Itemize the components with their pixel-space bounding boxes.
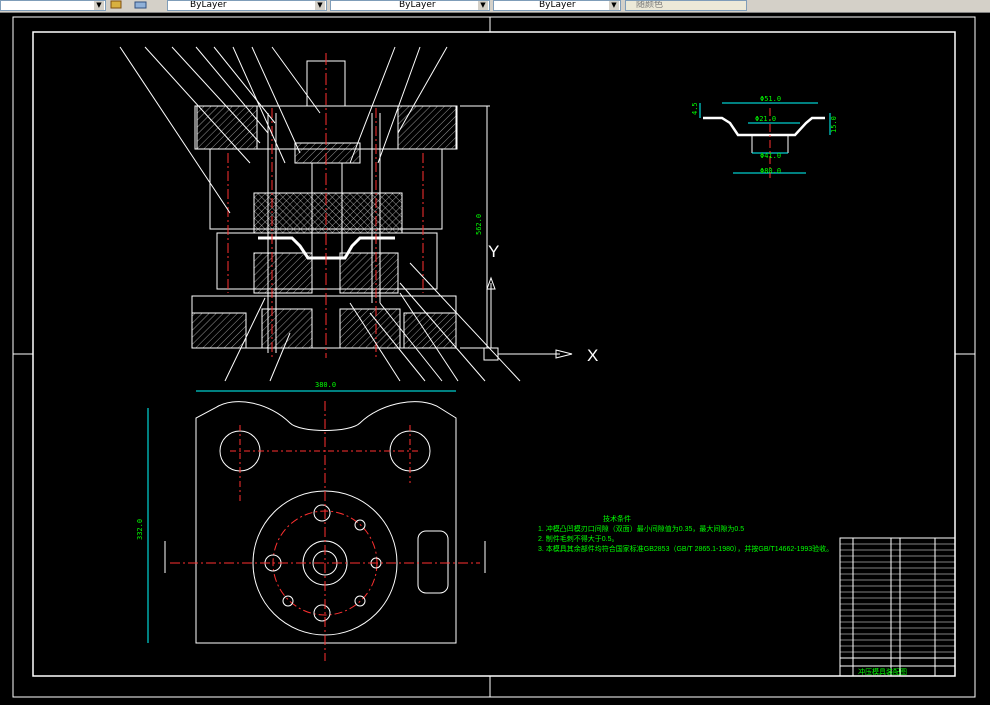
dim-part-flange: Φ80.0 bbox=[760, 167, 781, 175]
plotstyle-combo[interactable]: 随颜色 bbox=[625, 0, 747, 11]
chevron-down-icon[interactable]: ▼ bbox=[94, 1, 104, 10]
dim-part-h1: 4.5 bbox=[691, 102, 699, 115]
linetype-combo[interactable]: ByLayer ▼ bbox=[330, 0, 490, 11]
drawing-svg: 562.0 X Y Φ51.0 Φ21.0 Φ41.0 Φ80.0 4.5 15… bbox=[12, 16, 976, 698]
dim-part-bottom: Φ41.0 bbox=[760, 152, 781, 160]
chevron-down-icon[interactable]: ▼ bbox=[609, 1, 619, 10]
chevron-down-icon[interactable]: ▼ bbox=[315, 1, 325, 10]
dim-part-h2: 15.0 bbox=[830, 116, 838, 133]
layer-state-icon[interactable] bbox=[110, 0, 124, 10]
tech-note-1: 1. 冲模凸凹模刃口间隙（双面）最小间隙值为0.35，最大间隙为0.5 bbox=[538, 524, 744, 533]
plan-view bbox=[147, 390, 486, 661]
layer-previous-icon[interactable] bbox=[134, 0, 148, 10]
layer-combo[interactable]: ▼ bbox=[0, 0, 106, 11]
ucs-x-label: X bbox=[587, 346, 598, 365]
drawing-canvas[interactable]: 562.0 X Y Φ51.0 Φ21.0 Φ41.0 Φ80.0 4.5 15… bbox=[0, 13, 990, 705]
title-block-title: 冲压模具装配图 bbox=[858, 667, 907, 676]
dim-height: 562.0 bbox=[475, 214, 483, 235]
sheet-inner-border bbox=[32, 31, 956, 677]
assembly-section-view bbox=[119, 46, 521, 382]
linetype-value: ByLayer bbox=[399, 0, 436, 10]
ucs-y-label: Y bbox=[488, 242, 499, 261]
dim-base-width: 380.0 bbox=[315, 381, 336, 389]
plotstyle-value: 随颜色 bbox=[636, 0, 664, 10]
ucs-icon bbox=[483, 276, 573, 361]
dim-base-depth: 332.0 bbox=[136, 519, 144, 540]
dim-part-mid: Φ21.0 bbox=[755, 115, 776, 123]
parts-list-table bbox=[839, 537, 956, 677]
color-combo[interactable]: ByLayer ▼ bbox=[167, 0, 327, 11]
tech-note-3: 3. 本模具其余部件均符合国家标准GB2853（GB/T 2865.1-1980… bbox=[538, 544, 833, 553]
dim-part-top: Φ51.0 bbox=[760, 95, 781, 103]
tech-notes-title: 技术条件 bbox=[603, 514, 631, 523]
lineweight-combo[interactable]: ByLayer ▼ bbox=[493, 0, 621, 11]
properties-toolbar: ▼ ByLayer ▼ ByLayer ▼ ByLayer ▼ 随颜色 bbox=[0, 0, 990, 13]
color-value: ByLayer bbox=[190, 0, 227, 10]
chevron-down-icon[interactable]: ▼ bbox=[478, 1, 488, 10]
lineweight-value: ByLayer bbox=[539, 0, 576, 10]
parts-list-rows bbox=[840, 543, 955, 653]
tech-note-2: 2. 制件毛刺不得大于0.5。 bbox=[538, 534, 619, 543]
